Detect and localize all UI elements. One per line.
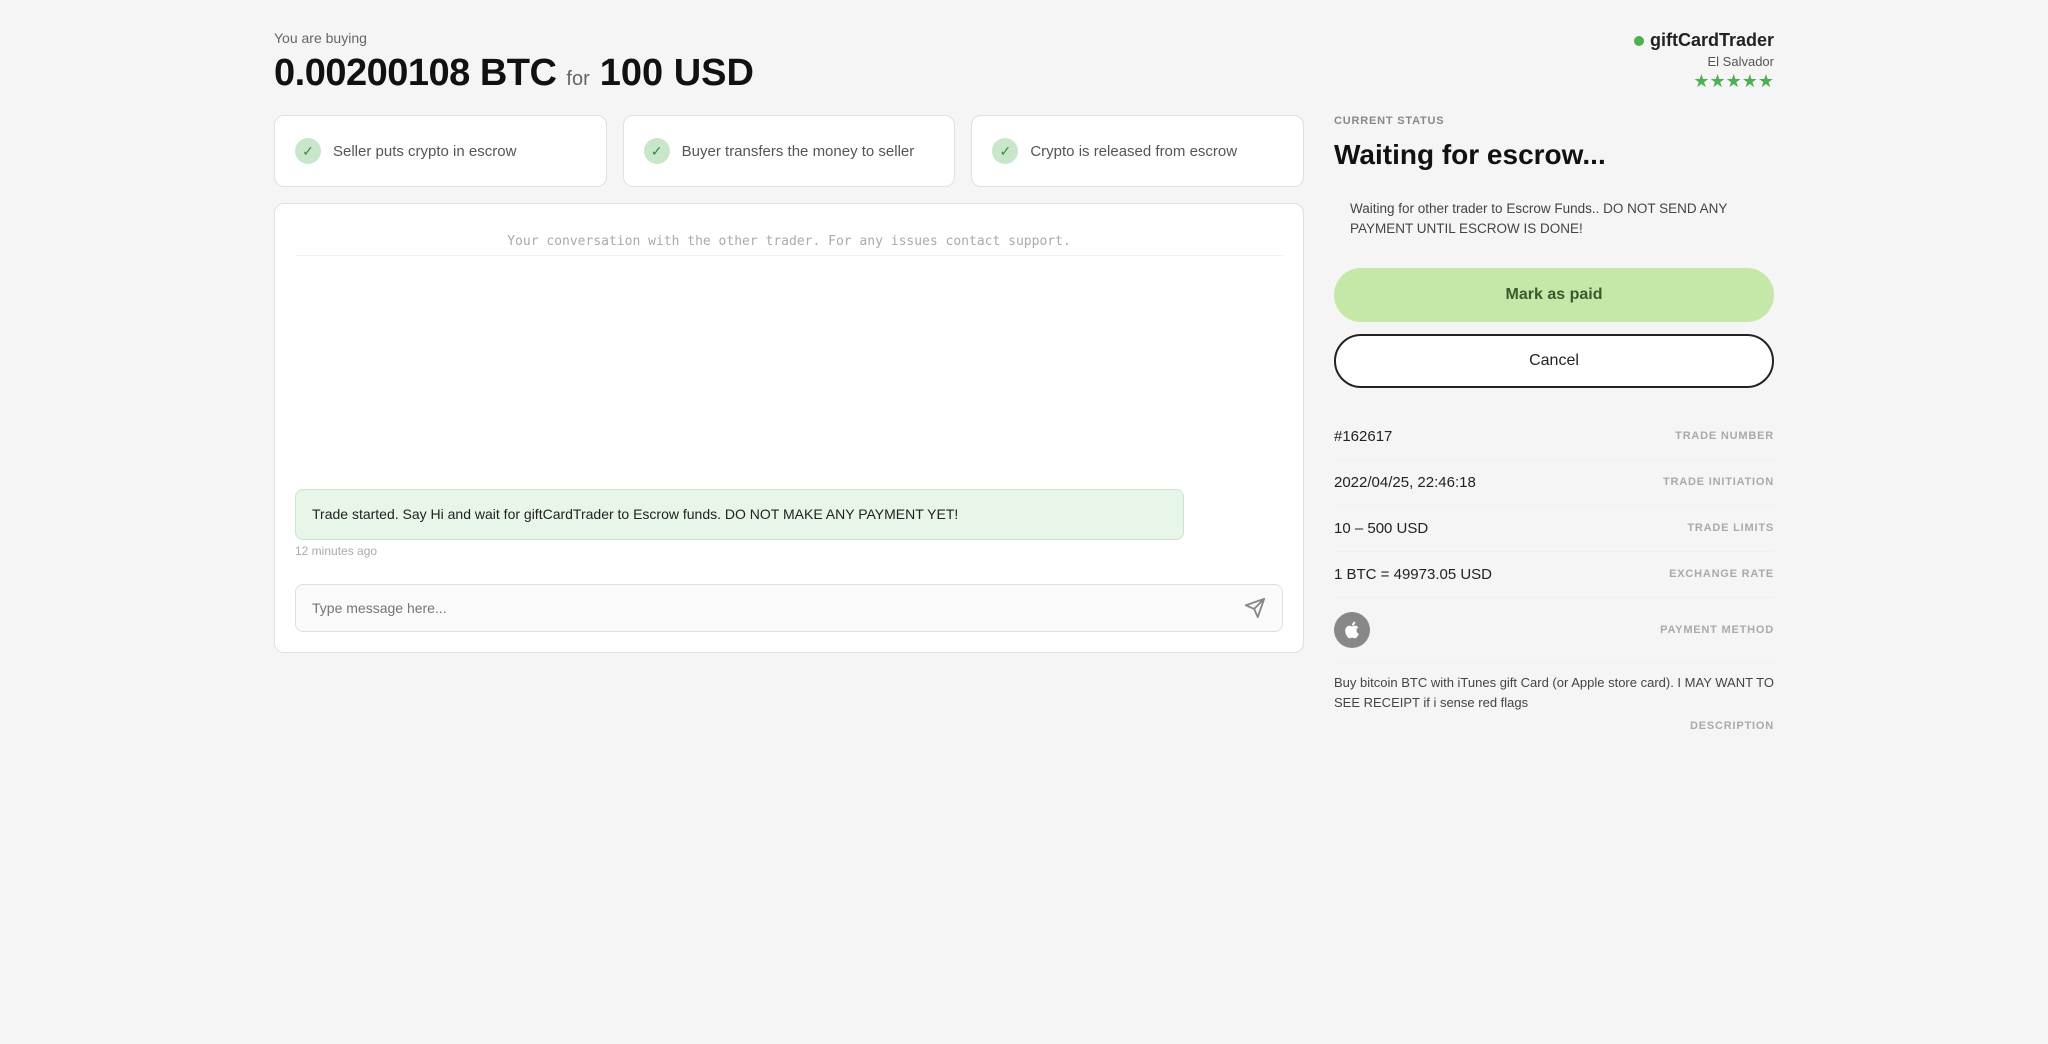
main-content: ✓ Seller puts crypto in escrow ✓ Buyer t… [274,115,1774,742]
trade-limits-label: TRADE LIMITS [1687,522,1774,534]
trade-header: You are buying 0.00200108 BTC for 100 US… [274,30,754,95]
step-card-2: ✓ Buyer transfers the money to seller [623,115,956,187]
description-text: Buy bitcoin BTC with iTunes gift Card (o… [1334,673,1774,715]
trade-limits-row: 10 – 500 USD TRADE LIMITS [1334,506,1774,552]
mark-paid-button[interactable]: Mark as paid [1334,268,1774,322]
status-section: CURRENT STATUS Waiting for escrow... Wai… [1334,115,1774,388]
trade-initiation-row: 2022/04/25, 22:46:18 TRADE INITIATION [1334,460,1774,506]
send-icon [1244,597,1266,619]
step-label-1: Seller puts crypto in escrow [333,141,516,162]
chat-messages: Trade started. Say Hi and wait for giftC… [295,272,1283,568]
trade-amount: 0.00200108 BTC [274,52,556,95]
chat-input[interactable] [312,600,1234,616]
step-check-1: ✓ [295,138,321,164]
trader-name-row: giftCardTrader [1634,30,1774,51]
trade-number-value: #162617 [1334,428,1392,445]
description-tag: DESCRIPTION [1334,720,1774,732]
page-wrapper: You are buying 0.00200108 BTC for 100 US… [274,30,1774,742]
trade-initiation-label: TRADE INITIATION [1663,476,1774,488]
top-bar: You are buying 0.00200108 BTC for 100 US… [274,30,1774,95]
escrow-warning: Waiting for other trader to Escrow Funds… [1334,183,1774,256]
step-check-2: ✓ [644,138,670,164]
step-card-3: ✓ Crypto is released from escrow [971,115,1304,187]
cancel-button[interactable]: Cancel [1334,334,1774,388]
trade-limits-value: 10 – 500 USD [1334,520,1428,537]
chat-input-row[interactable] [295,584,1283,632]
trader-stars: ★★★★★ [1634,71,1774,92]
step-label-2: Buyer transfers the money to seller [682,141,915,162]
trade-number-label: TRADE NUMBER [1675,430,1774,442]
payment-method-row: PAYMENT METHOD [1334,598,1774,663]
send-button[interactable] [1244,597,1266,619]
trade-number-row: #162617 TRADE NUMBER [1334,414,1774,460]
trade-title: 0.00200108 BTC for 100 USD [274,52,754,95]
chat-bubble: Trade started. Say Hi and wait for giftC… [295,489,1184,540]
current-status-label: CURRENT STATUS [1334,115,1774,127]
apple-payment-icon [1334,612,1370,648]
buying-label: You are buying [274,30,754,46]
exchange-rate-label: EXCHANGE RATE [1669,568,1774,580]
trade-for: for [566,68,589,91]
online-indicator [1634,36,1644,46]
payment-method-label: PAYMENT METHOD [1660,624,1774,636]
step-label-3: Crypto is released from escrow [1030,141,1237,162]
step-check-3: ✓ [992,138,1018,164]
trade-initiation-value: 2022/04/25, 22:46:18 [1334,474,1476,491]
left-panel: ✓ Seller puts crypto in escrow ✓ Buyer t… [274,115,1304,653]
chat-hint: Your conversation with the other trader.… [295,224,1283,256]
trade-fiat: 100 USD [600,52,754,95]
exchange-rate-row: 1 BTC = 49973.05 USD EXCHANGE RATE [1334,552,1774,598]
exchange-rate-value: 1 BTC = 49973.05 USD [1334,566,1492,583]
right-panel: CURRENT STATUS Waiting for escrow... Wai… [1334,115,1774,742]
chat-time: 12 minutes ago [295,544,1283,558]
chat-panel: Your conversation with the other trader.… [274,203,1304,653]
trade-details: #162617 TRADE NUMBER 2022/04/25, 22:46:1… [1334,414,1774,743]
trader-info: giftCardTrader El Salvador ★★★★★ [1634,30,1774,92]
steps-row: ✓ Seller puts crypto in escrow ✓ Buyer t… [274,115,1304,187]
trader-name[interactable]: giftCardTrader [1650,30,1774,51]
status-title: Waiting for escrow... [1334,139,1774,171]
step-card-1: ✓ Seller puts crypto in escrow [274,115,607,187]
description-section: Buy bitcoin BTC with iTunes gift Card (o… [1334,663,1774,743]
trader-location: El Salvador [1634,54,1774,69]
